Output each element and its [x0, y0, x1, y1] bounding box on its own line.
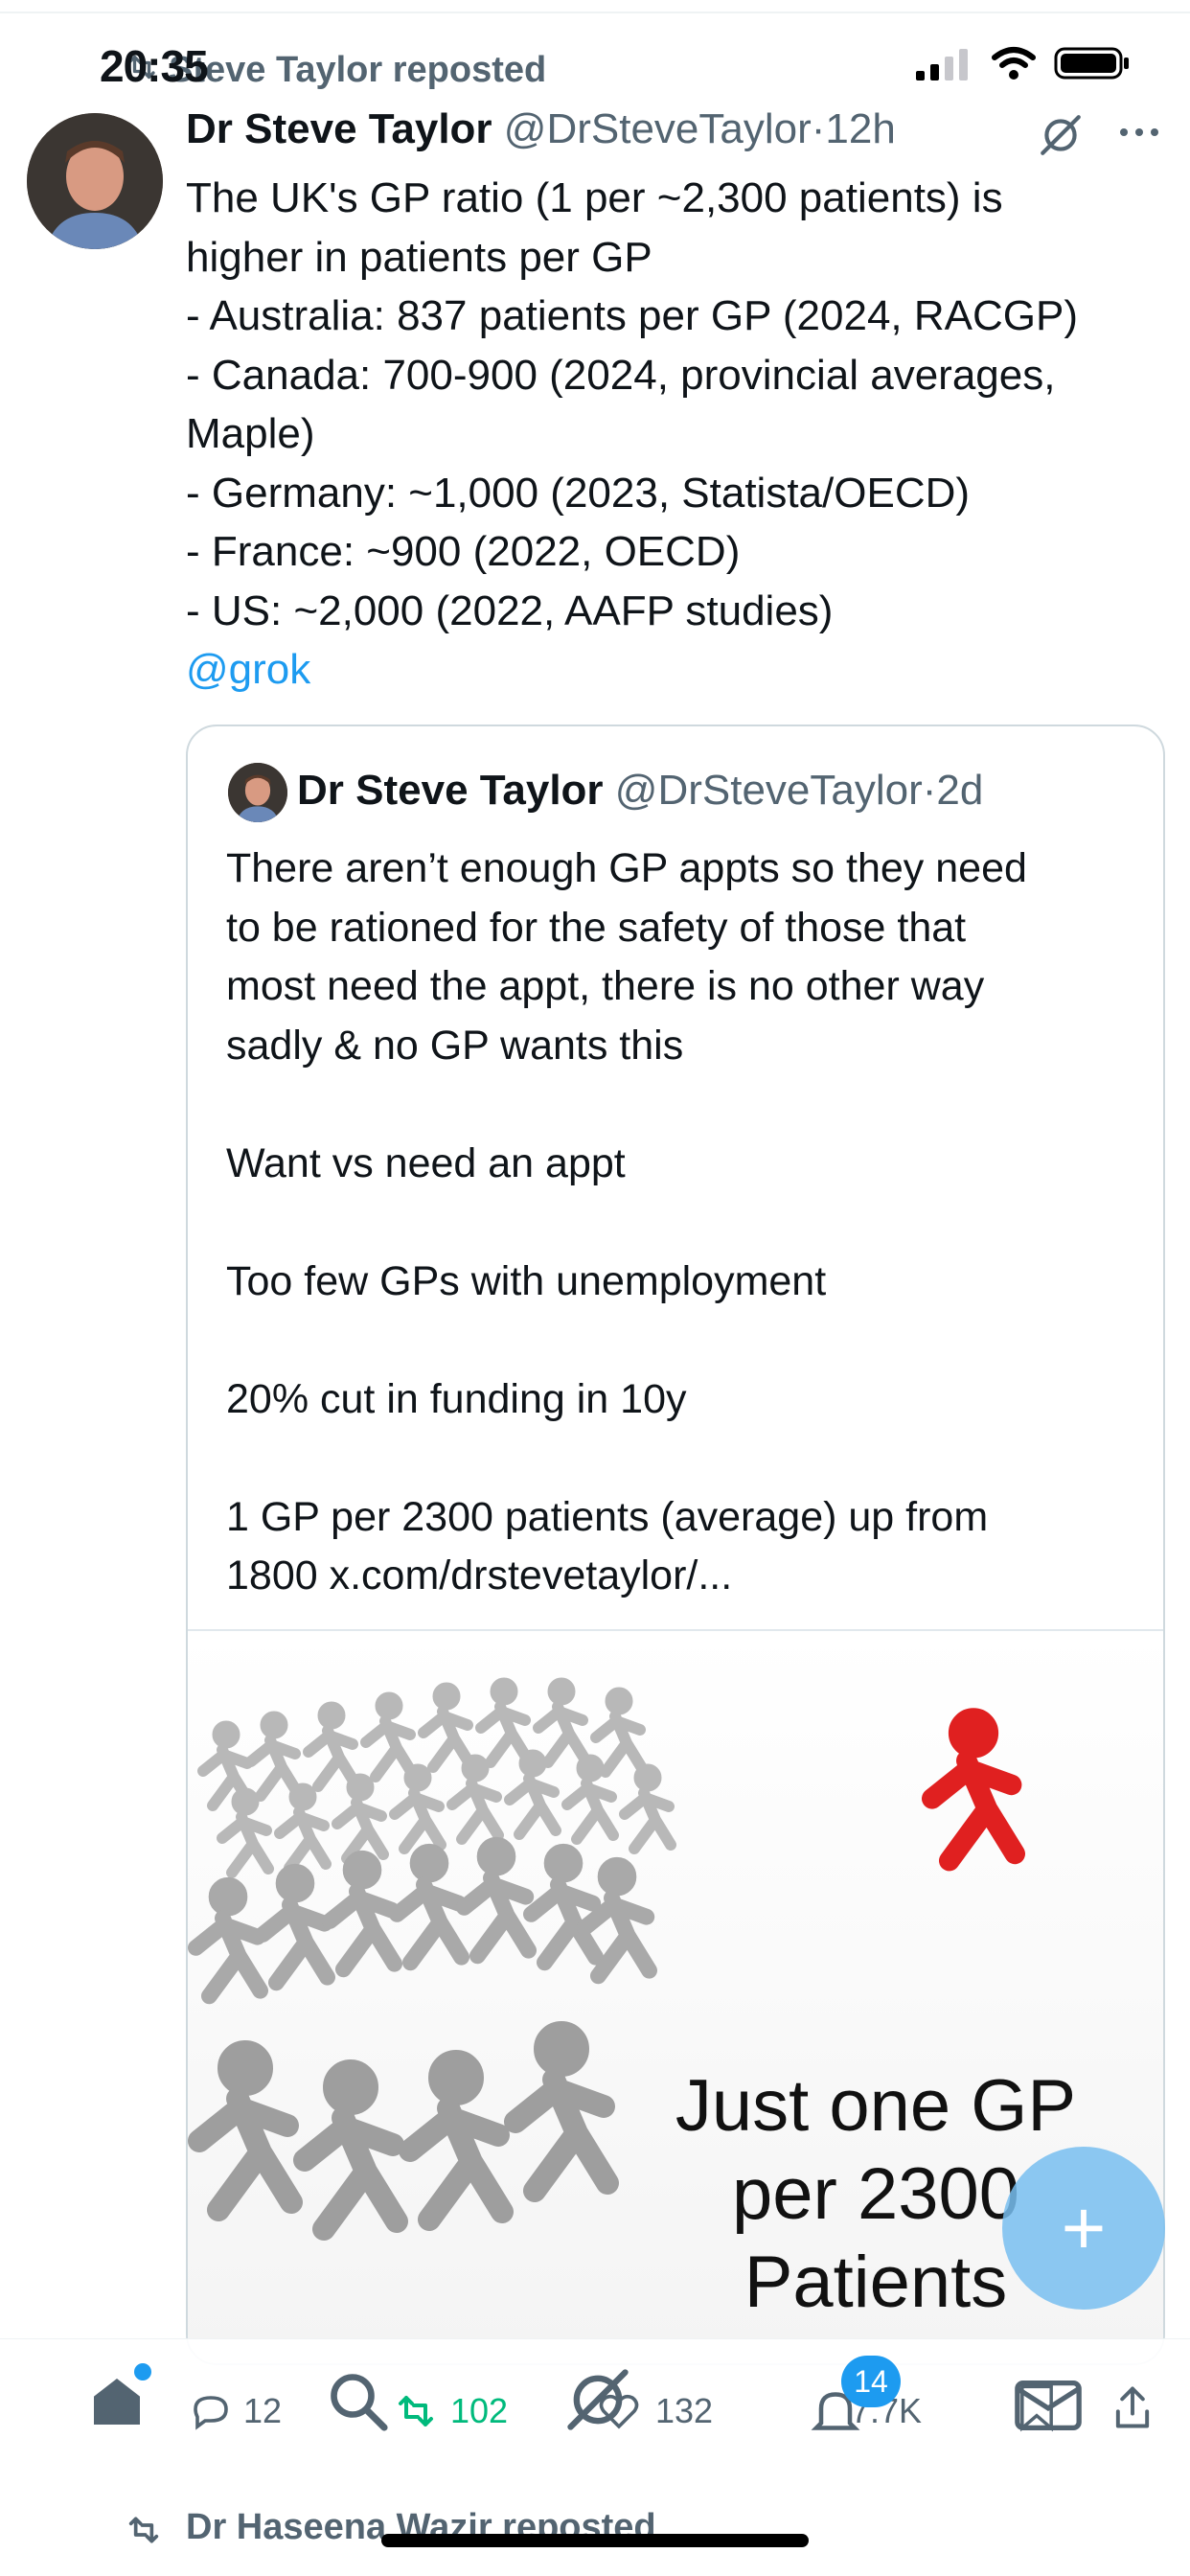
home-icon[interactable]: [86, 2371, 148, 2432]
repost-icon: [399, 2396, 433, 2426]
repost-icon: [128, 2517, 159, 2543]
caption-line: Just one GP: [675, 2065, 1077, 2147]
search-icon[interactable]: [324, 2367, 393, 2436]
quoted-author-avatar: [228, 763, 287, 822]
status-time: 20:35: [100, 41, 209, 91]
reply-action[interactable]: 12: [188, 2373, 282, 2450]
tweet-line: - France: ~900 (2022, OECD): [186, 528, 741, 575]
tweet-line: - Germany: ~1,000 (2023, Statista/OECD): [186, 469, 971, 517]
quoted-author-handle: @DrSteveTaylor: [614, 767, 923, 814]
home-unread-dot: [134, 2363, 151, 2380]
quoted-line: [226, 1193, 1146, 1253]
wifi-icon: [992, 47, 1036, 80]
bookmark-icon[interactable]: [1016, 2382, 1058, 2432]
quoted-line: Want vs need an appt: [226, 1139, 626, 1186]
cellular-signal-icon: [916, 49, 968, 80]
tweet-line: Maple): [186, 410, 315, 457]
top-divider: [0, 12, 1190, 13]
separator: ·: [811, 105, 826, 152]
quoted-tweet-card[interactable]: Dr Steve Taylor @DrSteveTaylor·2d There …: [186, 724, 1165, 2365]
quoted-line: sadly & no GP wants this: [226, 1022, 684, 1069]
share-icon[interactable]: [1111, 2382, 1154, 2432]
tweet-line: - US: ~2,000 (2022, AAFP studies): [186, 586, 834, 634]
quoted-line: [226, 1075, 1146, 1135]
like-count: 132: [655, 2391, 714, 2430]
notifications-badge: 14: [841, 2356, 901, 2407]
tweet-line: - Canada: 700-900 (2024, provincial aver…: [186, 351, 1056, 399]
like-action[interactable]: 132: [596, 2373, 713, 2450]
quoted-author-name: Dr Steve Taylor: [297, 767, 604, 814]
reply-icon: [194, 2396, 228, 2430]
quoted-line: [226, 1311, 1146, 1370]
quoted-line: [226, 1429, 1146, 1488]
quoted-line: most need the appt, there is no other wa…: [226, 963, 985, 1009]
heart-icon: [599, 2394, 639, 2429]
quoted-line: 20% cut in funding in 10y: [226, 1375, 687, 1422]
quoted-text: There aren’t enough GP appts so they nee…: [226, 840, 1146, 1606]
quoted-line: 1 GP per 2300 patients (average) up from: [226, 1493, 989, 1540]
battery-icon: [1054, 47, 1129, 80]
grok-icon[interactable]: [1037, 111, 1085, 159]
author-avatar[interactable]: [27, 113, 163, 249]
tweet-age: 12h: [825, 105, 896, 152]
quoted-line-link[interactable]: 1800 x.com/drstevetaylor/...: [226, 1547, 1146, 1606]
repost-banner[interactable]: Steve Taylor reposted: [169, 50, 546, 91]
quoted-age: 2d: [936, 767, 984, 814]
separator: ·: [922, 767, 937, 814]
author-handle[interactable]: @DrSteveTaylor: [504, 105, 812, 152]
author-name[interactable]: Dr Steve Taylor: [186, 105, 492, 152]
home-indicator[interactable]: [381, 2534, 809, 2547]
plus-icon: +: [1061, 2185, 1107, 2270]
tweet-header: Dr Steve Taylor @DrSteveTaylor·12h: [186, 105, 896, 153]
tweet-line: The UK's GP ratio (1 per ~2,300 patients…: [186, 174, 1003, 221]
more-options-icon[interactable]: [1115, 113, 1163, 151]
repost-action[interactable]: 102: [391, 2373, 508, 2450]
grok-mention-link[interactable]: @grok: [186, 640, 1173, 700]
compose-button[interactable]: +: [1002, 2147, 1165, 2310]
tweet-line: - Australia: 837 patients per GP (2024, …: [186, 292, 1078, 339]
quoted-line: Too few GPs with unemployment: [226, 1257, 827, 1304]
quoted-line: to be rationed for the safety of those t…: [226, 904, 967, 951]
repost-count: 102: [450, 2391, 509, 2430]
tweet-text: The UK's GP ratio (1 per ~2,300 patients…: [186, 169, 1173, 700]
quoted-line: There aren’t enough GP appts so they nee…: [226, 845, 1027, 891]
quoted-header: Dr Steve Taylor @DrSteveTaylor·2d: [297, 767, 983, 815]
tweet-line: higher in patients per GP: [186, 233, 652, 281]
reply-count: 12: [243, 2391, 283, 2430]
